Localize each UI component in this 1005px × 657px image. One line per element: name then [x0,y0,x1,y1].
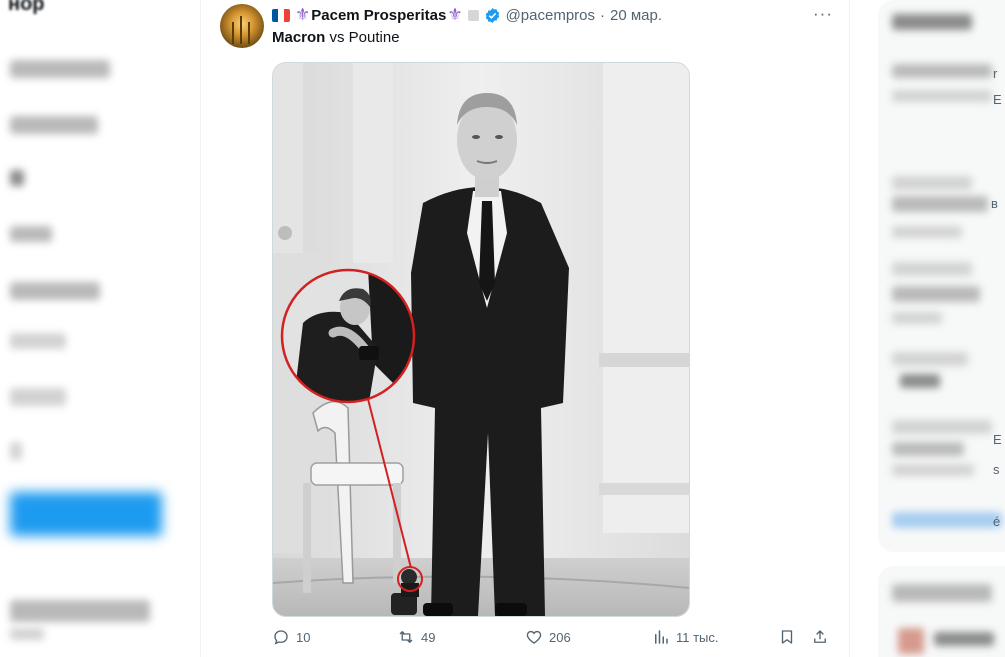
nav-item-blurred[interactable] [10,60,110,78]
like-button[interactable]: 206 [525,628,571,646]
tweet[interactable]: ⚜ Pacem Prosperitas ⚜ @pacempros · 20 ма… [200,0,850,657]
reply-icon [274,630,288,645]
tweet-actions: 10 49 206 11 тыс. [272,628,832,650]
photo-column-right [603,63,689,533]
views-icon [655,630,668,644]
nav-item-blurred[interactable] [10,282,100,300]
trend-item-blurred[interactable] [892,420,992,434]
photo-floor [273,558,689,616]
trend-item-blurred[interactable] [892,352,968,366]
trend-item-blurred[interactable] [892,14,972,30]
reply-count: 10 [296,629,311,645]
tweet-text-bold: Macron [272,29,326,46]
like-count: 206 [549,629,571,645]
account-handle-blurred [10,628,44,640]
follow-suggestion-blurred[interactable] [892,584,992,602]
edge-glyph: E [993,92,1002,107]
bookmark-icon [781,630,793,644]
edge-glyph: в [991,196,998,211]
trend-item-blurred[interactable] [892,442,964,456]
nav-item-blurred[interactable] [10,226,52,242]
separator-dot: · [600,6,606,24]
follow-suggestion-blurred[interactable] [898,628,924,654]
views-count: 11 тыс. [676,629,719,645]
photo-column [273,63,303,283]
trend-item-blurred [892,464,974,476]
share-button[interactable] [811,628,829,646]
tweet-text-rest: vs Poutine [325,29,400,46]
nav-item-blurred[interactable] [10,388,66,406]
verified-badge-icon [484,7,501,24]
heart-icon [526,630,542,644]
author-handle[interactable]: @pacempros [506,7,595,24]
trend-item-blurred[interactable] [892,64,992,78]
views-button[interactable]: 11 тыс. [652,628,719,646]
photo-column [353,63,393,263]
repost-button[interactable]: 49 [397,628,435,646]
tweet-text: Macron vs Poutine [272,29,400,46]
fleur-de-lis-icon: ⚜ [295,5,311,24]
trend-item-blurred [892,90,992,102]
clipped-heading: нор [8,0,45,15]
avatar[interactable] [220,4,264,48]
author-name[interactable]: Pacem Prosperitas [311,7,446,24]
more-icon[interactable]: ··· [813,4,833,24]
right-sidebar: r E в s E é [878,0,1005,657]
edge-glyph: s [993,462,1000,477]
trend-item-blurred [892,226,962,238]
trend-item-blurred[interactable] [900,374,940,388]
grey-square-icon [467,9,479,21]
french-flag-icon [272,8,290,22]
edge-glyph: r [993,66,998,81]
share-icon [814,630,826,643]
trend-item-blurred[interactable] [892,176,972,190]
fleur-de-lis-icon: ⚜ [447,5,463,24]
bookmark-button[interactable] [778,628,796,646]
follow-suggestion-blurred[interactable] [934,632,994,646]
edge-glyph: E [993,432,1002,447]
tweet-photo[interactable] [272,62,690,617]
reply-button[interactable]: 10 [272,628,310,646]
edge-glyph: é [993,514,1001,529]
nav-item-blurred[interactable] [10,116,98,134]
tweet-header: ⚜ Pacem Prosperitas ⚜ @pacempros · 20 ма… [272,5,662,25]
nav-item-blurred[interactable] [10,170,24,186]
repost-icon [399,631,413,643]
trend-item-blurred[interactable] [892,196,988,212]
account-switcher-blurred[interactable] [10,600,150,622]
repost-count: 49 [421,629,436,645]
nav-item-blurred[interactable] [10,442,22,460]
left-sidebar: нор [0,0,200,657]
trend-item-blurred [892,312,942,324]
post-button-blurred[interactable] [10,492,162,536]
show-more-blurred[interactable] [892,512,1002,528]
trend-item-blurred[interactable] [892,262,972,276]
tweet-date[interactable]: 20 мар. [610,7,662,24]
nav-item-blurred[interactable] [10,333,66,349]
trend-item-blurred[interactable] [892,286,980,302]
